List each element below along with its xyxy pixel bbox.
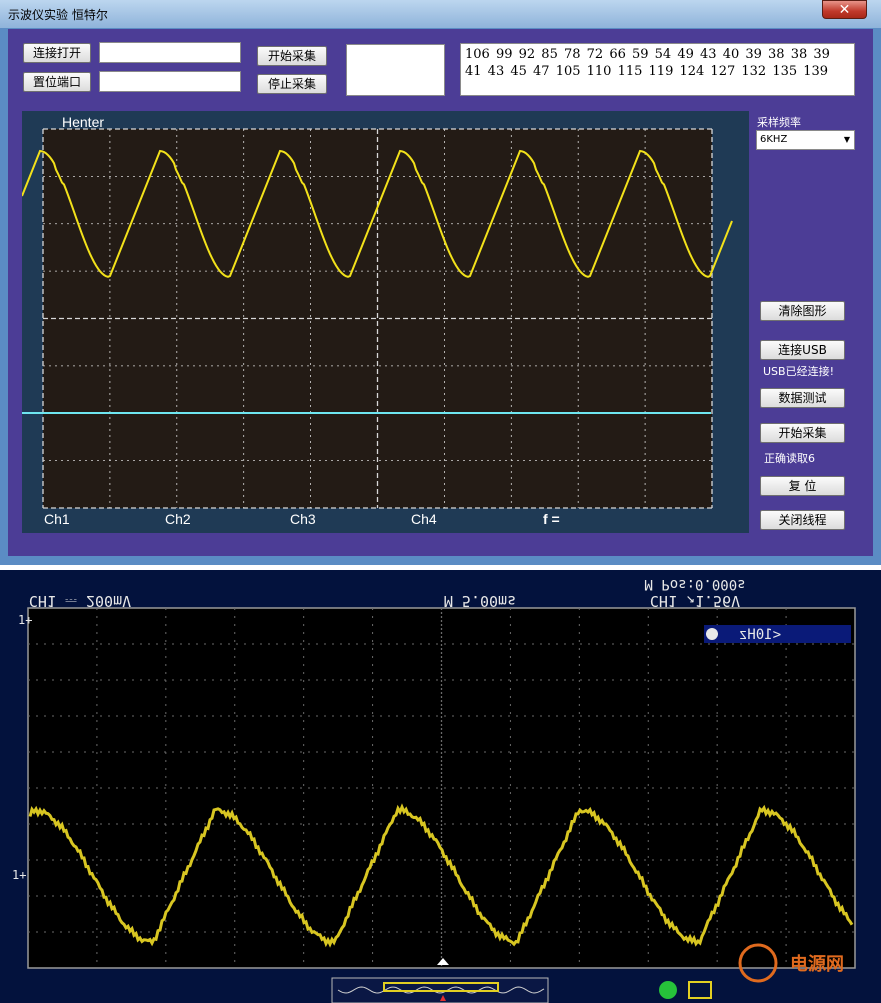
chevron-down-icon[interactable]: ▼: [844, 131, 850, 149]
close-thread-button[interactable]: 关闭线程: [760, 510, 845, 530]
reset-port-field[interactable]: [99, 71, 241, 92]
photo-trigger-marker: 1+: [18, 613, 32, 627]
photo-ch1-level: CH1 ↗1.56V: [650, 592, 740, 610]
oscilloscope-screen: CH1 ⎓ 200mV M 5.00ms CH1 ↗1.56V M Pos:0.…: [12, 576, 856, 1003]
app-window: 示波仪实验 恒特尔 ✕ 连接打开 置位端口 开始采集 停止采集 106 99 9…: [0, 0, 881, 565]
connect-usb-button[interactable]: 连接USB: [760, 340, 845, 360]
reset-button[interactable]: 复 位: [760, 476, 845, 496]
scope-display: Henter Ch1 Ch2 Ch3 Ch4 f =: [22, 111, 749, 533]
start-capture-top-button[interactable]: 开始采集: [257, 46, 327, 66]
ch3-label: Ch3: [290, 511, 316, 527]
data-line-2: 41 43 45 47 105 110 115 119 124 127 132 …: [465, 64, 829, 79]
title-bar: 示波仪实验 恒特尔 ✕: [0, 0, 881, 28]
sample-rate-select[interactable]: 6KHZ ▼: [756, 130, 855, 150]
reset-port-button[interactable]: 置位端口: [23, 72, 91, 92]
connect-open-button[interactable]: 连接打开: [23, 43, 91, 63]
photo-freq-icon: [706, 628, 718, 640]
oscilloscope-photo: CH1 ⎓ 200mV M 5.00ms CH1 ↗1.56V M Pos:0.…: [0, 570, 881, 1003]
read-status-text: 正确读取6: [764, 452, 815, 465]
close-button[interactable]: ✕: [822, 0, 867, 19]
start-capture-button[interactable]: 开始采集: [760, 423, 845, 443]
connect-field[interactable]: [99, 42, 241, 63]
scope-grid: [22, 128, 733, 509]
clear-graph-button[interactable]: 清除图形: [760, 301, 845, 321]
sample-rate-value: 6KHZ: [760, 134, 788, 145]
data-test-button[interactable]: 数据测试: [760, 388, 845, 408]
photo-position: M Pos:0.000s: [644, 576, 745, 592]
ch4-label: Ch4: [411, 511, 437, 527]
sample-rate-label: 采样频率: [757, 116, 801, 129]
ch1-label: Ch1: [44, 511, 70, 527]
photo-usb-icon: [688, 981, 712, 999]
data-line-1: 106 99 92 85 78 72 66 59 54 49 43 40 39 …: [465, 47, 830, 62]
usb-status-text: USB已经连接!: [763, 365, 834, 378]
freq-label: f =: [543, 511, 560, 527]
photo-timebase: M 5.00ms: [444, 592, 516, 610]
client-area: 连接打开 置位端口 开始采集 停止采集 106 99 92 85 78 72 6…: [8, 29, 873, 556]
window-title: 示波仪实验 恒特尔: [8, 8, 108, 22]
scope-name-label: Henter: [62, 114, 105, 130]
photo-ch1-marker: 1+: [12, 868, 26, 882]
watermark-text: 电源网: [790, 953, 844, 975]
data-textbox[interactable]: 106 99 92 85 78 72 66 59 54 49 43 40 39 …: [460, 43, 855, 96]
stop-capture-button[interactable]: 停止采集: [257, 74, 327, 94]
ch2-label: Ch2: [165, 511, 191, 527]
photo-ch1-scale: CH1 ⎓ 200mV: [29, 592, 131, 610]
photo-run-icon: [659, 981, 677, 999]
photo-freq-readout: <10Hz: [739, 627, 781, 643]
status-box: [346, 44, 445, 96]
